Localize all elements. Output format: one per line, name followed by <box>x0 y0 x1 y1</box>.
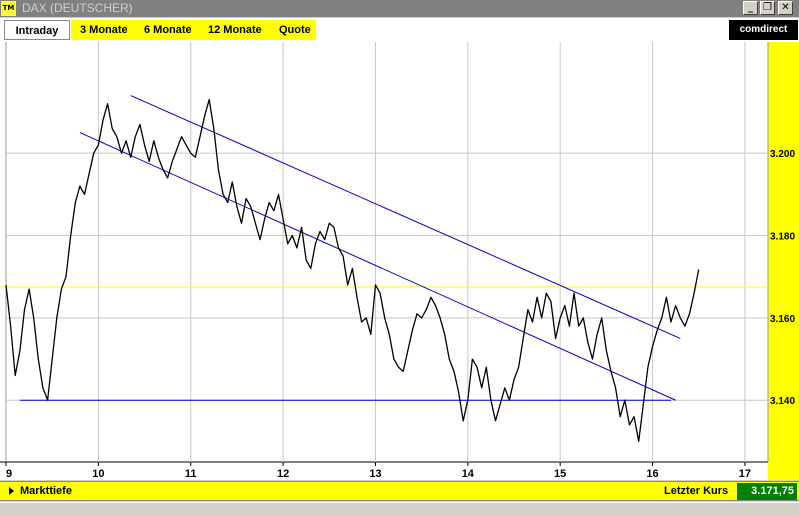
x-tick-label: 17 <box>739 468 751 480</box>
tab-3-monate[interactable]: 3 Monate <box>80 20 128 40</box>
close-button[interactable]: ✕ <box>778 1 793 15</box>
tab-intraday[interactable]: Intraday <box>4 20 70 40</box>
x-tick-label: 15 <box>554 468 566 480</box>
tab-quote[interactable]: Quote <box>279 20 311 40</box>
tab-6-monate[interactable]: 6 Monate <box>144 20 192 40</box>
y-tick-label: 3.140 <box>770 396 795 407</box>
expand-arrow-icon[interactable] <box>9 487 14 495</box>
last-price-label: Letzter Kurs <box>664 485 729 497</box>
x-tick-label: 13 <box>369 468 381 480</box>
app-icon: TM <box>1 1 16 16</box>
y-tick-label: 3.200 <box>770 149 795 160</box>
last-price-value: 3.171,75 <box>737 483 797 500</box>
tab-12-monate[interactable]: 12 Monate <box>208 20 262 40</box>
title-bar: TM DAX (DEUTSCHER) _ ❐ ✕ <box>0 0 799 17</box>
comdirect-logo: comdirect <box>729 20 798 40</box>
footer-bar: Markttiefe Letzter Kurs 3.171,75 <box>0 481 799 501</box>
restore-button[interactable]: ❐ <box>760 1 775 15</box>
tab-bar: Intraday 3 Monate 6 Monate 12 Monate Quo… <box>0 18 799 42</box>
status-bar <box>0 502 799 516</box>
x-tick-label: 10 <box>92 468 104 480</box>
chart-area: 9 10 11 12 13 14 15 16 17 3.140 3.160 3.180 3.200 <box>0 42 799 480</box>
y-axis-panel <box>768 42 799 480</box>
y-tick-label: 3.160 <box>770 314 795 325</box>
x-tick-label: 11 <box>185 468 197 480</box>
window-title: DAX (DEUTSCHER) <box>22 1 133 15</box>
x-tick-label: 9 <box>6 468 12 480</box>
x-tick-label: 16 <box>646 468 658 480</box>
markttiefe-link[interactable]: Markttiefe <box>20 484 72 498</box>
y-tick-label: 3.180 <box>770 232 795 243</box>
x-tick-label: 14 <box>462 468 475 480</box>
x-tick-label: 12 <box>277 468 289 480</box>
tab-group: 3 Monate 6 Monate 12 Monate Quote <box>71 20 316 40</box>
minimize-button[interactable]: _ <box>743 1 758 15</box>
price-chart: 9 10 11 12 13 14 15 16 17 3.140 3.160 3.180 3.200 <box>0 42 799 480</box>
chart-background <box>0 42 799 480</box>
